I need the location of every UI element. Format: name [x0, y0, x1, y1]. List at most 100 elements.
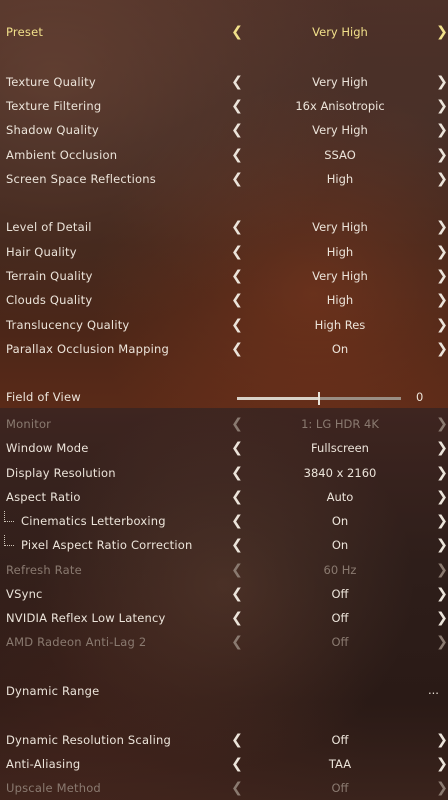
setting-row-aspect-ratio[interactable]: Aspect Ratio ❮ Auto ❯ [0, 487, 448, 509]
chevron-right-icon[interactable]: ❯ [435, 340, 448, 358]
setting-label: Shadow Quality [6, 123, 99, 137]
setting-row-parallax-occlusion-mapping[interactable]: Parallax Occlusion Mapping ❮ On ❯ [0, 339, 448, 361]
chevron-left-icon[interactable]: ❮ [230, 243, 244, 261]
fov-value: 0 [416, 390, 424, 404]
setting-label: Pixel Aspect Ratio Correction [21, 538, 193, 552]
setting-label: Dynamic Resolution Scaling [6, 733, 171, 747]
chevron-left-icon[interactable]: ❮ [230, 488, 244, 506]
chevron-left-icon: ❮ [231, 634, 243, 650]
chevron-right-icon[interactable]: ❯ [435, 170, 448, 188]
setting-row-shadow-quality[interactable]: Shadow Quality ❮ Very High ❯ [0, 120, 448, 142]
setting-label: Ambient Occlusion [6, 148, 118, 162]
setting-value: TAA [328, 757, 352, 771]
setting-row-clouds-quality[interactable]: Clouds Quality ❮ High ❯ [0, 290, 448, 312]
setting-row-upscale-method: Upscale Method ❮ Off ❯ [0, 778, 448, 800]
setting-row-dynamic-range[interactable]: Dynamic Range ... [0, 681, 448, 703]
setting-label: Level of Detail [6, 220, 92, 234]
chevron-right-icon[interactable]: ❯ [435, 512, 448, 530]
chevron-left-icon: ❮ [231, 780, 243, 796]
setting-value: 60 Hz [323, 563, 357, 577]
setting-row-texture-quality[interactable]: Texture Quality ❮ Very High ❯ [0, 72, 448, 94]
chevron-right-icon[interactable]: ❯ [435, 316, 448, 334]
chevron-left-icon[interactable]: ❮ [230, 536, 244, 554]
chevron-left-icon[interactable]: ❮ [230, 121, 244, 139]
chevron-left-icon[interactable]: ❮ [230, 464, 244, 482]
setting-row-window-mode[interactable]: Window Mode ❮ Fullscreen ❯ [0, 438, 448, 460]
chevron-left-icon[interactable]: ❮ [230, 73, 244, 91]
setting-label: Cinematics Letterboxing [21, 514, 166, 528]
chevron-right-icon[interactable]: ❯ [435, 121, 448, 139]
chevron-right-icon[interactable]: ❯ [435, 731, 448, 749]
chevron-left-icon[interactable]: ❮ [230, 170, 244, 188]
setting-row-translucency-quality[interactable]: Translucency Quality ❮ High Res ❯ [0, 315, 448, 337]
setting-row-display-resolution[interactable]: Display Resolution ❮ 3840 x 2160 ❯ [0, 463, 448, 485]
setting-label: Dynamic Range [6, 684, 100, 698]
setting-value: On [331, 514, 349, 528]
setting-row-monitor: Monitor ❮ 1: LG HDR 4K ❯ [0, 414, 448, 436]
more-options-icon[interactable]: ... [428, 683, 439, 697]
setting-label: NVIDIA Reflex Low Latency [6, 611, 166, 625]
chevron-left-icon[interactable]: ❮ [230, 316, 244, 334]
setting-value: High [326, 293, 354, 307]
chevron-right-icon[interactable]: ❯ [435, 146, 448, 164]
setting-row-dynamic-resolution-scaling[interactable]: Dynamic Resolution Scaling ❮ Off ❯ [0, 730, 448, 752]
chevron-left-icon[interactable]: ❮ [230, 218, 244, 236]
setting-label: Window Mode [6, 441, 89, 455]
setting-row-hair-quality[interactable]: Hair Quality ❮ High ❯ [0, 242, 448, 264]
setting-row-amd-anti-lag: AMD Radeon Anti-Lag 2 ❮ Off ❯ [0, 632, 448, 654]
chevron-right-icon[interactable]: ❯ [435, 73, 448, 91]
chevron-right-icon[interactable]: ❯ [435, 439, 448, 457]
chevron-right-icon[interactable]: ❯ [435, 267, 448, 285]
chevron-right-icon[interactable]: ❯ [435, 755, 448, 773]
setting-row-texture-filtering[interactable]: Texture Filtering ❮ 16x Anisotropic ❯ [0, 96, 448, 118]
setting-row-pixel-aspect-ratio-correction[interactable]: Pixel Aspect Ratio Correction ❮ On ❯ [0, 535, 448, 557]
chevron-right-icon[interactable]: ❯ [435, 609, 448, 627]
chevron-left-icon[interactable]: ❮ [230, 23, 244, 41]
chevron-right-icon[interactable]: ❯ [435, 23, 448, 41]
chevron-left-icon[interactable]: ❮ [230, 97, 244, 115]
chevron-left-icon[interactable]: ❮ [230, 609, 244, 627]
setting-value: High Res [314, 318, 366, 332]
chevron-left-icon[interactable]: ❮ [230, 291, 244, 309]
setting-row-anti-aliasing[interactable]: Anti-Aliasing ❮ TAA ❯ [0, 754, 448, 776]
chevron-right-icon[interactable]: ❯ [435, 291, 448, 309]
setting-row-cinematics-letterboxing[interactable]: Cinematics Letterboxing ❮ On ❯ [0, 511, 448, 533]
setting-label: Anti-Aliasing [6, 757, 81, 771]
setting-row-preset[interactable]: Preset ❮ Very High ❯ [0, 22, 448, 44]
chevron-left-icon[interactable]: ❮ [230, 755, 244, 773]
setting-row-vsync[interactable]: VSync ❮ Off ❯ [0, 584, 448, 606]
chevron-left-icon[interactable]: ❮ [230, 439, 244, 457]
setting-value: Auto [326, 490, 354, 504]
setting-row-level-of-detail[interactable]: Level of Detail ❮ Very High ❯ [0, 217, 448, 239]
chevron-left-icon[interactable]: ❮ [230, 267, 244, 285]
fov-slider-handle[interactable] [318, 392, 320, 405]
setting-row-nvidia-reflex[interactable]: NVIDIA Reflex Low Latency ❮ Off ❯ [0, 608, 448, 630]
chevron-left-icon[interactable]: ❮ [230, 146, 244, 164]
setting-value: SSAO [324, 148, 356, 162]
setting-label: Field of View [6, 390, 81, 404]
chevron-right-icon[interactable]: ❯ [435, 464, 448, 482]
chevron-right-icon[interactable]: ❯ [435, 218, 448, 236]
setting-value: On [331, 342, 349, 356]
chevron-left-icon[interactable]: ❮ [230, 340, 244, 358]
fov-slider[interactable] [237, 392, 401, 405]
fov-slider-fill [237, 397, 319, 400]
setting-value: Very High [312, 75, 368, 89]
setting-value: On [331, 538, 349, 552]
chevron-right-icon[interactable]: ❯ [435, 488, 448, 506]
setting-label: Refresh Rate [6, 563, 82, 577]
setting-row-terrain-quality[interactable]: Terrain Quality ❮ Very High ❯ [0, 266, 448, 288]
setting-row-field-of-view[interactable]: Field of View 0 [0, 387, 448, 409]
chevron-right-icon[interactable]: ❯ [435, 243, 448, 261]
chevron-left-icon[interactable]: ❮ [230, 585, 244, 603]
setting-row-ambient-occlusion[interactable]: Ambient Occlusion ❮ SSAO ❯ [0, 145, 448, 167]
setting-row-screen-space-reflections[interactable]: Screen Space Reflections ❮ High ❯ [0, 169, 448, 191]
chevron-right-icon[interactable]: ❯ [435, 585, 448, 603]
setting-label: Terrain Quality [6, 269, 93, 283]
chevron-left-icon[interactable]: ❮ [230, 512, 244, 530]
chevron-right-icon[interactable]: ❯ [435, 97, 448, 115]
sub-setting-connector [4, 535, 14, 546]
chevron-left-icon[interactable]: ❮ [230, 731, 244, 749]
chevron-right-icon[interactable]: ❯ [435, 536, 448, 554]
setting-value: 16x Anisotropic [295, 99, 385, 113]
